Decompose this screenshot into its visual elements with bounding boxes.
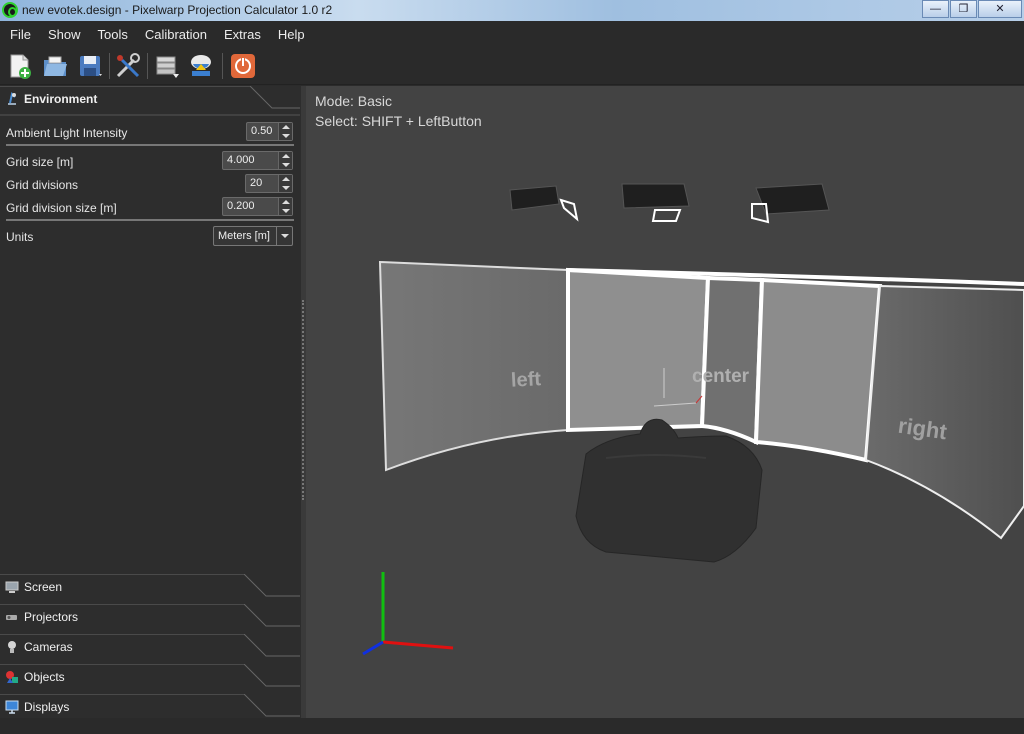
- spin-arrows[interactable]: [278, 123, 292, 140]
- projector-3[interactable]: [751, 183, 830, 224]
- menu-show[interactable]: Show: [38, 27, 88, 42]
- splitter-grip[interactable]: [302, 300, 304, 500]
- tools-icon[interactable]: [114, 52, 142, 80]
- cockpit-object[interactable]: [575, 418, 763, 563]
- grid-division-size-spinbox[interactable]: 0.200: [222, 197, 293, 216]
- grid-size-spinbox[interactable]: 4.000: [222, 151, 293, 170]
- database-icon[interactable]: [153, 52, 181, 80]
- save-icon[interactable]: [77, 52, 105, 80]
- app-logo-icon: [2, 2, 18, 18]
- status-bar: [0, 718, 1024, 734]
- projector-2[interactable]: [621, 183, 690, 222]
- camera-icon: [8, 641, 16, 653]
- ambient-light-spinbox[interactable]: 0.50: [246, 122, 293, 141]
- divider: [6, 144, 294, 146]
- section-cameras-label: Cameras: [24, 640, 73, 654]
- grid-size-value: 4.000: [227, 154, 255, 166]
- menu-bar: File Show Tools Calibration Extras Help: [0, 21, 1024, 47]
- close-button[interactable]: ✕: [978, 0, 1022, 18]
- x-axis-line: [382, 640, 454, 650]
- z-axis-line: [362, 640, 384, 656]
- toolbar-separator: [222, 53, 223, 79]
- section-cameras[interactable]: Cameras: [0, 634, 301, 664]
- section-projectors-label: Projectors: [24, 610, 79, 624]
- grid-size-row: Grid size [m] 4.000: [0, 151, 300, 173]
- divider: [6, 219, 294, 221]
- section-environment-label: Environment: [24, 92, 98, 106]
- units-label: Units: [6, 230, 34, 244]
- section-projectors[interactable]: Projectors: [0, 604, 301, 634]
- mode-label: Mode: Basic: [315, 93, 393, 109]
- section-screen-label: Screen: [24, 580, 63, 594]
- screen-label-left: left: [510, 368, 542, 392]
- grid-divisions-value: 20: [250, 177, 263, 189]
- minimize-button[interactable]: —: [922, 0, 949, 18]
- title-bar: new evotek.design - Pixelwarp Projection…: [0, 0, 1024, 21]
- grid-division-size-value: 0.200: [227, 200, 255, 212]
- grid-divisions-label: Grid divisions: [6, 178, 79, 192]
- menu-calibration[interactable]: Calibration: [135, 27, 214, 42]
- 3d-scene: [362, 183, 1024, 656]
- menu-tools[interactable]: Tools: [87, 27, 134, 42]
- ambient-light-row: Ambient Light Intensity 0.50: [0, 122, 300, 144]
- toolbar-separator: [109, 53, 110, 79]
- screen-segment-right[interactable]: [864, 284, 1024, 540]
- select-hint-label: Select: SHIFT + LeftButton: [315, 113, 482, 129]
- screen-icon: [5, 581, 19, 593]
- grid-division-size-row: Grid division size [m] 0.200: [0, 197, 300, 219]
- units-dropdown[interactable]: Meters [m]: [213, 226, 293, 246]
- grid-size-label: Grid size [m]: [6, 155, 74, 169]
- 3d-viewport[interactable]: Mode: Basic Select: SHIFT + LeftButton l…: [306, 86, 1024, 718]
- open-folder-icon[interactable]: [41, 52, 69, 80]
- projector-icon: [6, 615, 17, 620]
- ambient-light-label: Ambient Light Intensity: [6, 126, 128, 140]
- section-environment[interactable]: Environment: [0, 86, 301, 116]
- screen-segment-center-right[interactable]: [753, 277, 883, 463]
- toolbar: [0, 47, 1024, 85]
- objects-icon: [6, 671, 18, 683]
- environment-icon: [8, 92, 16, 105]
- window-controls: — ❐ ✕: [921, 0, 1022, 18]
- export-icon[interactable]: [187, 52, 215, 80]
- ambient-light-value: 0.50: [251, 125, 273, 137]
- projector-1[interactable]: [509, 185, 579, 222]
- spin-arrows[interactable]: [278, 175, 292, 192]
- toolbar-separator: [147, 53, 148, 79]
- power-icon[interactable]: [229, 52, 257, 80]
- menu-file[interactable]: File: [0, 27, 38, 42]
- grid-divisions-spinbox[interactable]: 20: [245, 174, 293, 193]
- section-displays-label: Displays: [24, 700, 70, 714]
- units-value: Meters [m]: [218, 230, 270, 242]
- chevron-down-icon: [276, 227, 292, 245]
- menu-help[interactable]: Help: [268, 27, 312, 42]
- window-title: new evotek.design - Pixelwarp Projection…: [22, 3, 333, 17]
- section-objects[interactable]: Objects: [0, 664, 301, 694]
- display-monitor-icon: [5, 700, 19, 714]
- section-screen[interactable]: Screen: [0, 574, 301, 604]
- screen-segment-center[interactable]: [699, 275, 765, 446]
- new-file-icon[interactable]: [6, 52, 34, 80]
- screen-label-center: center: [692, 366, 750, 387]
- grid-division-size-label: Grid division size [m]: [6, 201, 117, 215]
- spin-arrows[interactable]: [278, 152, 292, 169]
- maximize-button[interactable]: ❐: [950, 0, 977, 18]
- menu-extras[interactable]: Extras: [214, 27, 268, 42]
- grid-divisions-row: Grid divisions 20: [0, 174, 300, 196]
- screen-segment-left[interactable]: [378, 260, 569, 472]
- units-row: Units Meters [m]: [0, 226, 300, 248]
- section-objects-label: Objects: [24, 670, 65, 684]
- spin-arrows[interactable]: [278, 198, 292, 215]
- screen-segment-center-left[interactable]: [566, 267, 711, 433]
- left-panel: Environment Ambient Light Intensity 0.50…: [0, 86, 301, 724]
